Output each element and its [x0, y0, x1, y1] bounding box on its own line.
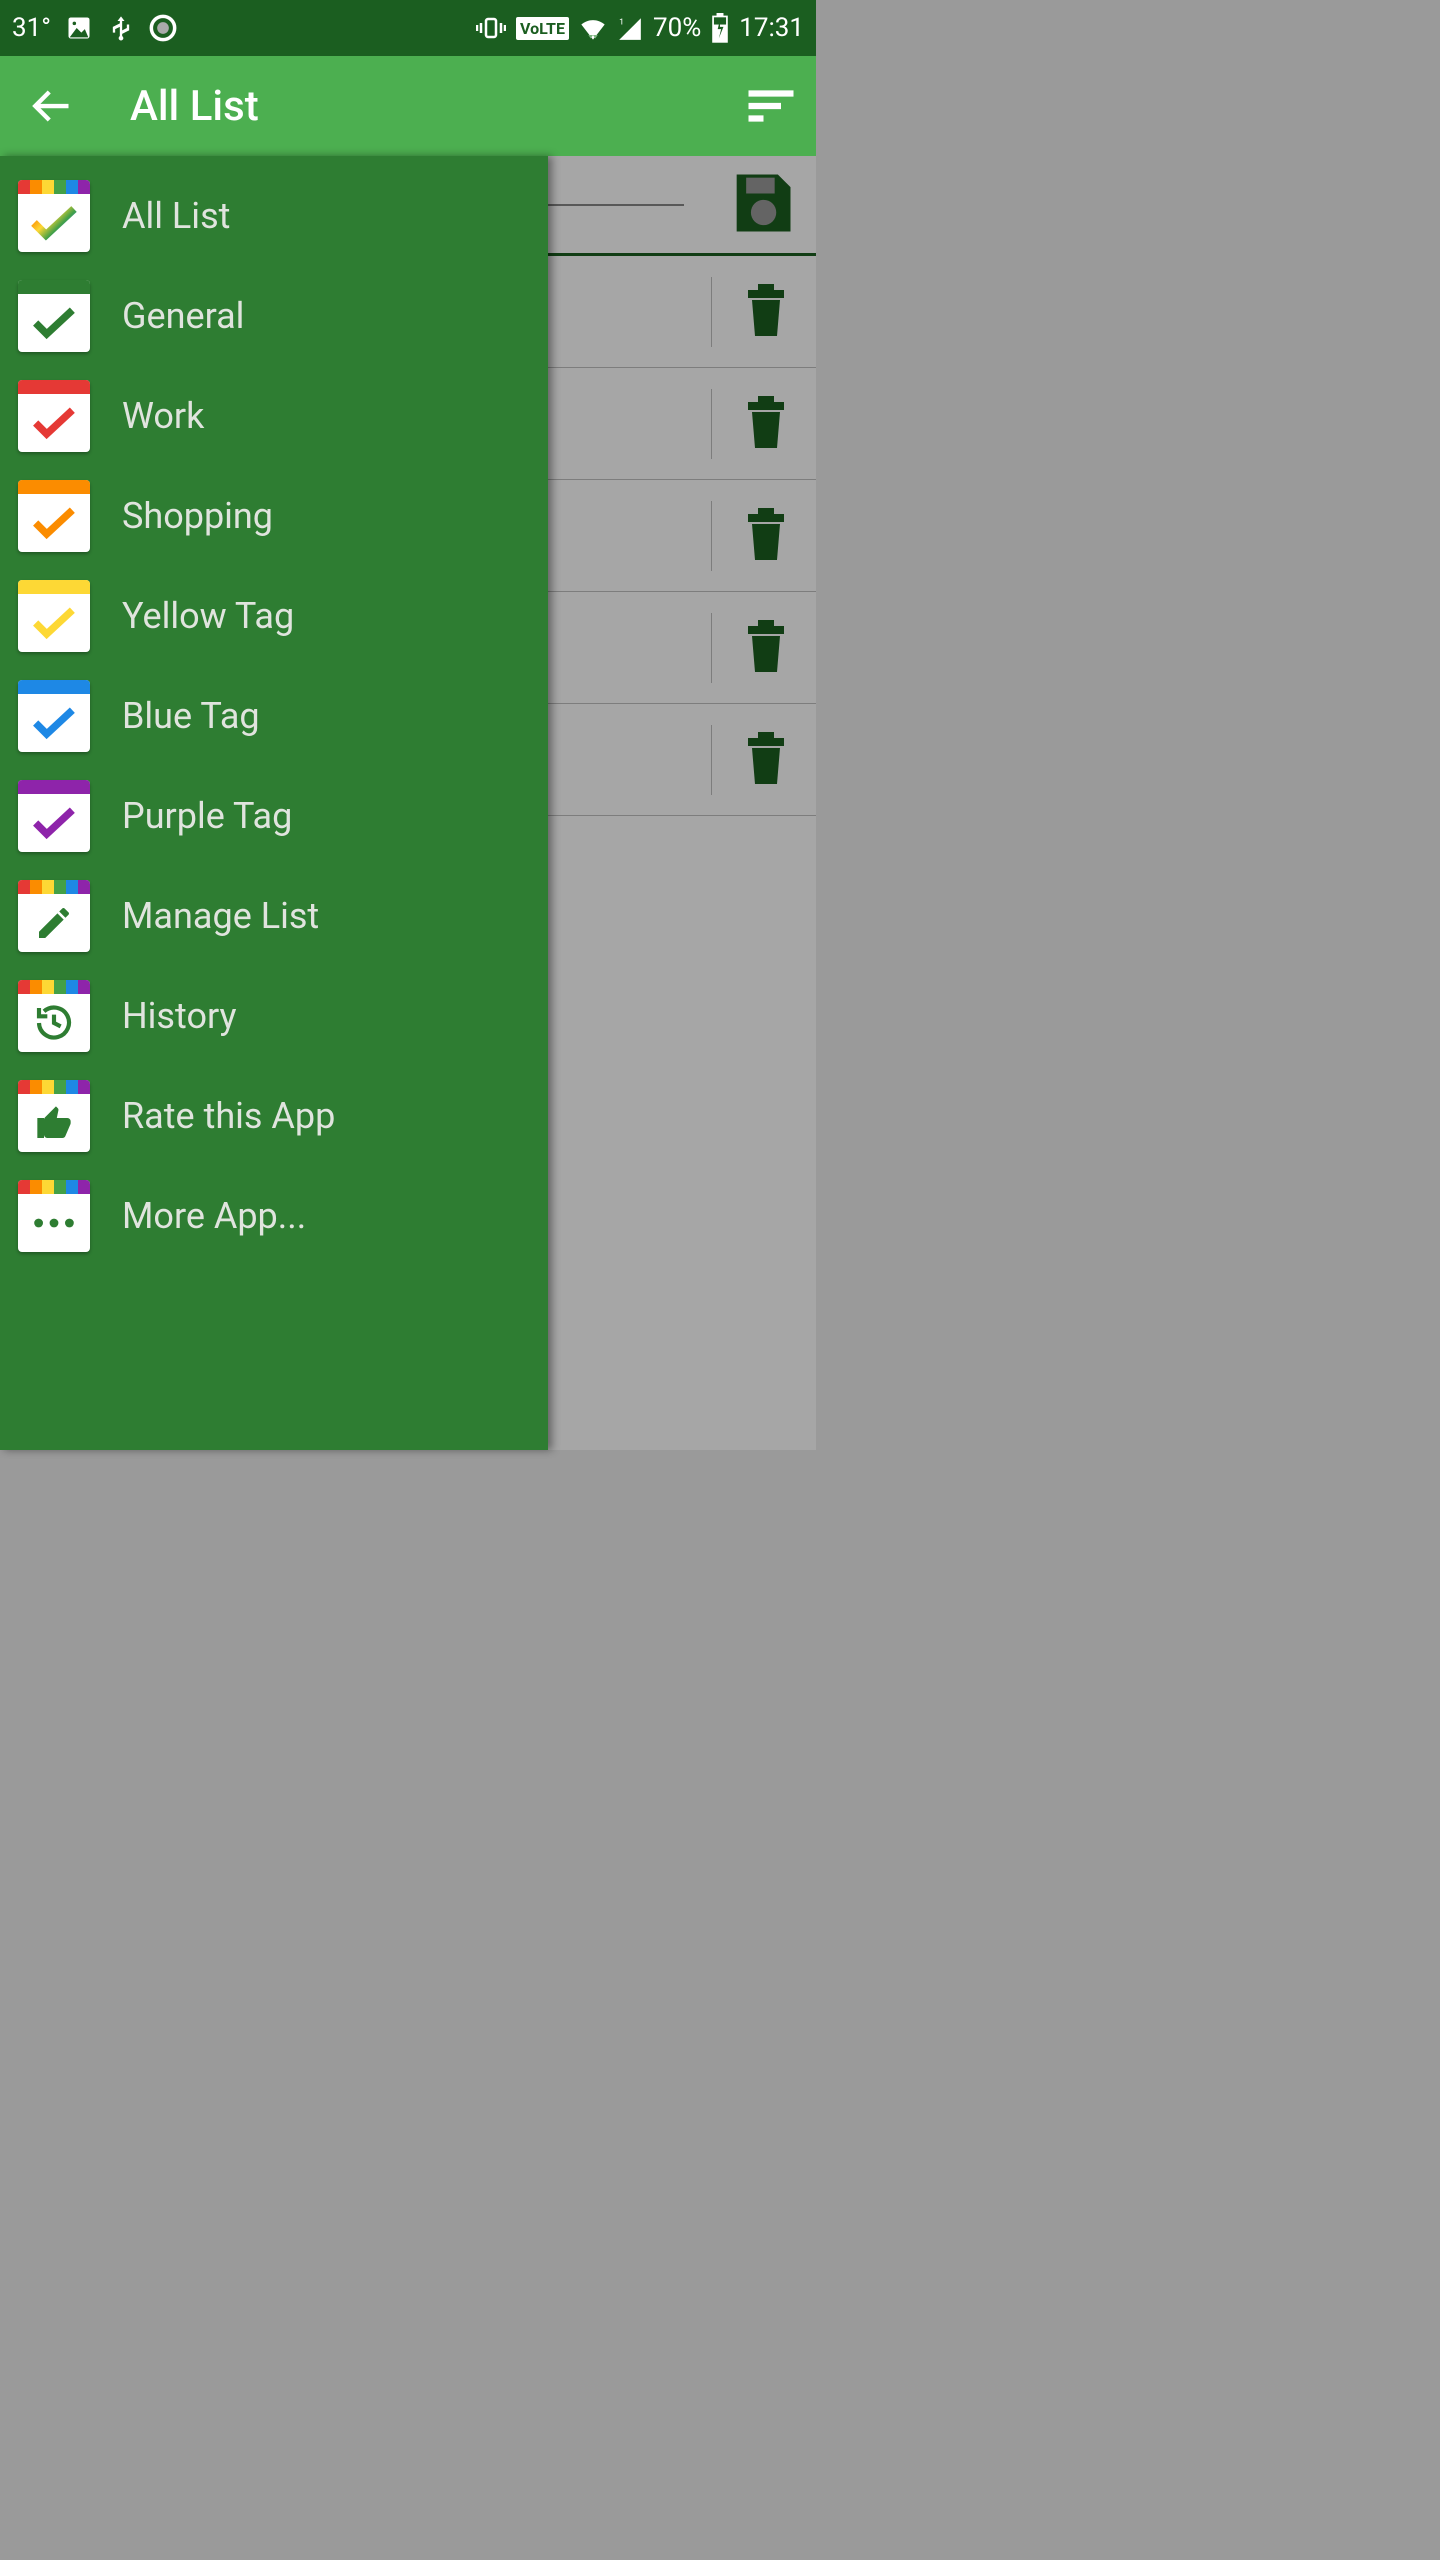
- sort-button[interactable]: [736, 86, 796, 126]
- drawer-item-label: Yellow Tag: [122, 595, 294, 637]
- history-icon: [18, 980, 90, 1052]
- drawer-item-more-apps[interactable]: More App...: [0, 1166, 548, 1266]
- all-list-icon: [18, 180, 90, 252]
- status-bar: 31° VoLTE 1 70% 17:31: [0, 0, 816, 56]
- navigation-drawer: All List General Work Shopping: [0, 156, 548, 1450]
- drawer-item-general[interactable]: General: [0, 266, 548, 366]
- volte-badge: VoLTE: [516, 17, 569, 40]
- purple-tag-icon: [18, 780, 90, 852]
- drawer-item-manage-list[interactable]: Manage List: [0, 866, 548, 966]
- more-apps-icon: [18, 1180, 90, 1252]
- image-icon: [65, 14, 93, 42]
- svg-text:1: 1: [619, 18, 624, 28]
- drawer-item-label: Work: [122, 395, 204, 437]
- drawer-item-label: History: [122, 995, 237, 1037]
- status-battery-percent: 70%: [653, 13, 701, 43]
- drawer-item-all-list[interactable]: All List: [0, 166, 548, 266]
- status-left: 31°: [12, 13, 177, 43]
- manage-list-icon: [18, 880, 90, 952]
- drawer-item-history[interactable]: History: [0, 966, 548, 1066]
- blue-tag-icon: [18, 680, 90, 752]
- back-button[interactable]: [30, 85, 90, 127]
- vibrate-icon: [476, 15, 506, 41]
- status-temperature: 31°: [12, 13, 51, 43]
- circle-icon: [149, 14, 177, 42]
- drawer-item-work[interactable]: Work: [0, 366, 548, 466]
- wifi-icon: [579, 16, 607, 40]
- battery-icon: [711, 13, 729, 43]
- signal-icon: 1: [617, 16, 643, 40]
- drawer-item-label: More App...: [122, 1195, 306, 1237]
- yellow-tag-icon: [18, 580, 90, 652]
- drawer-item-label: Purple Tag: [122, 795, 292, 837]
- drawer-item-label: Blue Tag: [122, 695, 260, 737]
- drawer-item-yellow-tag[interactable]: Yellow Tag: [0, 566, 548, 666]
- rate-app-icon: [18, 1080, 90, 1152]
- app-bar: All List: [0, 56, 816, 156]
- drawer-item-label: Manage List: [122, 895, 319, 937]
- general-icon: [18, 280, 90, 352]
- status-right: VoLTE 1 70% 17:31: [476, 13, 804, 43]
- usb-icon: [107, 14, 135, 42]
- main-area: All List General Work Shopping: [0, 156, 816, 1450]
- status-time: 17:31: [739, 13, 804, 43]
- drawer-item-shopping[interactable]: Shopping: [0, 466, 548, 566]
- drawer-item-label: Rate this App: [122, 1095, 335, 1137]
- drawer-item-blue-tag[interactable]: Blue Tag: [0, 666, 548, 766]
- app-bar-title: All List: [90, 82, 736, 131]
- drawer-item-label: All List: [122, 195, 230, 237]
- drawer-item-purple-tag[interactable]: Purple Tag: [0, 766, 548, 866]
- drawer-item-rate-app[interactable]: Rate this App: [0, 1066, 548, 1166]
- work-icon: [18, 380, 90, 452]
- drawer-item-label: Shopping: [122, 495, 273, 537]
- drawer-item-label: General: [122, 295, 244, 337]
- shopping-icon: [18, 480, 90, 552]
